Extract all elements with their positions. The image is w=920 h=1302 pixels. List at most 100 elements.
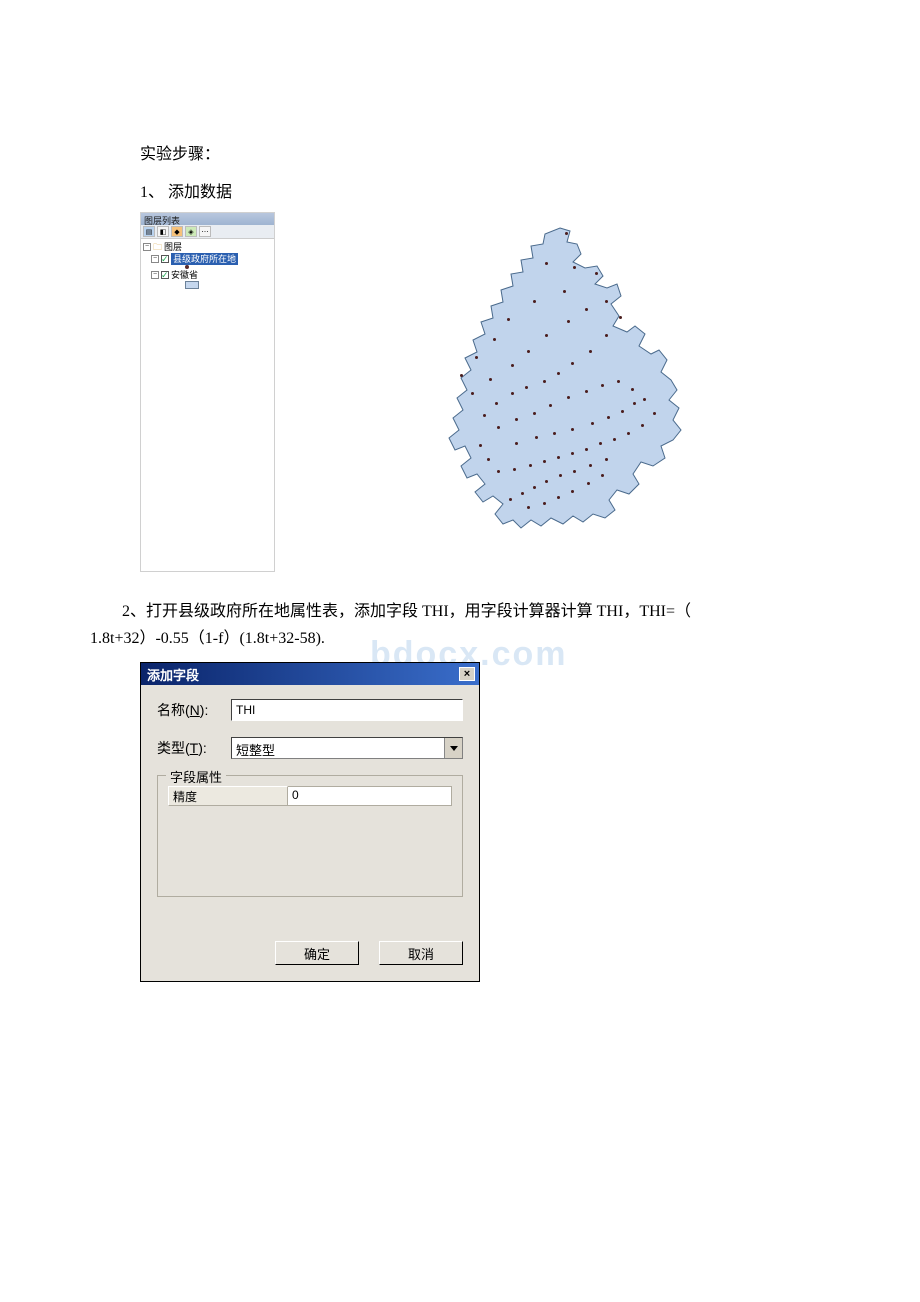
precision-row: 精度 0 xyxy=(168,786,452,806)
tree-layer1-row[interactable]: − 县级政府所在地 xyxy=(143,253,272,265)
map-point-icon xyxy=(605,458,608,461)
type-row: 类型(T): 短整型 xyxy=(157,737,463,759)
precision-label: 精度 xyxy=(168,786,288,806)
map-point-icon xyxy=(487,458,490,461)
field-properties-legend: 字段属性 xyxy=(166,767,226,786)
tree-layer1-label: 县级政府所在地 xyxy=(171,253,238,265)
map-point-icon xyxy=(599,442,602,445)
map-point-icon xyxy=(557,496,560,499)
close-icon: × xyxy=(464,668,470,680)
type-combobox-button[interactable] xyxy=(444,738,462,758)
map-point-icon xyxy=(483,414,486,417)
ok-button[interactable]: 确定 xyxy=(275,941,359,965)
type-label-post: ): xyxy=(198,740,207,756)
map-point-icon xyxy=(533,300,536,303)
type-combobox-value: 短整型 xyxy=(232,738,444,758)
map-point-icon xyxy=(557,456,560,459)
close-button[interactable]: × xyxy=(459,667,475,681)
map-point-icon xyxy=(627,432,630,435)
map-point-icon xyxy=(589,464,592,467)
map-point-icon xyxy=(529,464,532,467)
map-point-icon xyxy=(527,506,530,509)
map-point-icon xyxy=(497,470,500,473)
precision-value[interactable]: 0 xyxy=(288,786,452,806)
type-label: 类型(T): xyxy=(157,738,231,758)
map-point-icon xyxy=(613,438,616,441)
toc-btn-list-by-visibility-icon[interactable]: ◆ xyxy=(171,226,183,237)
toc-title: 图层列表 xyxy=(141,213,274,225)
map-point-icon xyxy=(591,422,594,425)
name-row: 名称(N): xyxy=(157,699,463,721)
step-1-text: 1、 添加数据 xyxy=(140,178,860,202)
map-point-icon xyxy=(571,490,574,493)
name-input[interactable] xyxy=(231,699,463,721)
toc-btn-options-icon[interactable]: ⋯ xyxy=(199,226,211,237)
map-point-icon xyxy=(513,468,516,471)
tree-root-row[interactable]: − 🗀 图层 xyxy=(143,241,272,253)
map-point-icon xyxy=(573,266,576,269)
map-point-icon xyxy=(621,410,624,413)
collapse-icon[interactable]: − xyxy=(151,271,159,279)
polygon-symbol-icon xyxy=(185,281,199,289)
map-point-icon xyxy=(587,482,590,485)
add-field-dialog: 添加字段 × 名称(N): 类型(T): 短整型 字段属性 xyxy=(140,662,480,982)
map-point-icon xyxy=(493,338,496,341)
map-point-icon xyxy=(545,262,548,265)
checkbox-layer1[interactable] xyxy=(161,255,169,263)
map-point-icon xyxy=(479,444,482,447)
map-point-icon xyxy=(571,452,574,455)
map-point-icon xyxy=(533,486,536,489)
map-point-icon xyxy=(533,412,536,415)
map-point-icon xyxy=(489,378,492,381)
map-point-icon xyxy=(585,390,588,393)
map-point-icon xyxy=(633,402,636,405)
map-point-icon xyxy=(475,356,478,359)
folder-icon: 🗀 xyxy=(153,241,162,253)
map-point-icon xyxy=(543,502,546,505)
map-point-icon xyxy=(589,350,592,353)
map-point-icon xyxy=(497,426,500,429)
toc-btn-list-by-drawing-icon[interactable]: ▤ xyxy=(143,226,155,237)
cancel-button[interactable]: 取消 xyxy=(379,941,463,965)
map-point-icon xyxy=(573,470,576,473)
tree-layer2-label: 安徽省 xyxy=(171,269,198,281)
map-point-icon xyxy=(511,364,514,367)
collapse-icon[interactable]: − xyxy=(151,255,159,263)
map-point-icon xyxy=(601,474,604,477)
toc-panel: 图层列表 ▤ ◧ ◆ ◈ ⋯ − 🗀 图层 − 县级政府所在地 − xyxy=(140,212,275,572)
map-point-icon xyxy=(565,232,568,235)
map-point-icon xyxy=(495,402,498,405)
type-label-mnemonic: T xyxy=(190,740,199,756)
map-point-icon xyxy=(631,388,634,391)
toc-btn-list-by-source-icon[interactable]: ◧ xyxy=(157,226,169,237)
map-point-icon xyxy=(515,442,518,445)
map-point-icon xyxy=(605,334,608,337)
map-point-icon xyxy=(571,428,574,431)
map-svg xyxy=(395,222,715,552)
type-combobox[interactable]: 短整型 xyxy=(231,737,463,759)
heading-experiment-steps: 实验步骤： xyxy=(140,140,860,164)
map-point-icon xyxy=(595,272,598,275)
map-point-icon xyxy=(471,392,474,395)
map-point-icon xyxy=(607,416,610,419)
name-label-pre: 名称( xyxy=(157,702,190,718)
map-point-icon xyxy=(515,418,518,421)
chevron-down-icon xyxy=(450,746,458,751)
map-point-icon xyxy=(511,392,514,395)
checkbox-layer2[interactable] xyxy=(161,271,169,279)
tree-layer2-row[interactable]: − 安徽省 xyxy=(143,269,272,281)
dialog-titlebar[interactable]: 添加字段 × xyxy=(141,663,479,685)
map-point-icon xyxy=(641,424,644,427)
toc-btn-list-by-selection-icon[interactable]: ◈ xyxy=(185,226,197,237)
map-point-icon xyxy=(559,474,562,477)
dialog-body: 名称(N): 类型(T): 短整型 字段属性 精度 0 确定 取 xyxy=(141,685,479,981)
tree-root-label: 图层 xyxy=(164,241,182,253)
map-point-icon xyxy=(527,350,530,353)
map-point-icon xyxy=(567,396,570,399)
figure-row: 图层列表 ▤ ◧ ◆ ◈ ⋯ − 🗀 图层 − 县级政府所在地 − xyxy=(140,212,860,572)
map-point-icon xyxy=(543,460,546,463)
map-point-icon xyxy=(545,480,548,483)
map-point-icon xyxy=(525,386,528,389)
map-point-icon xyxy=(605,300,608,303)
collapse-icon[interactable]: − xyxy=(143,243,151,251)
